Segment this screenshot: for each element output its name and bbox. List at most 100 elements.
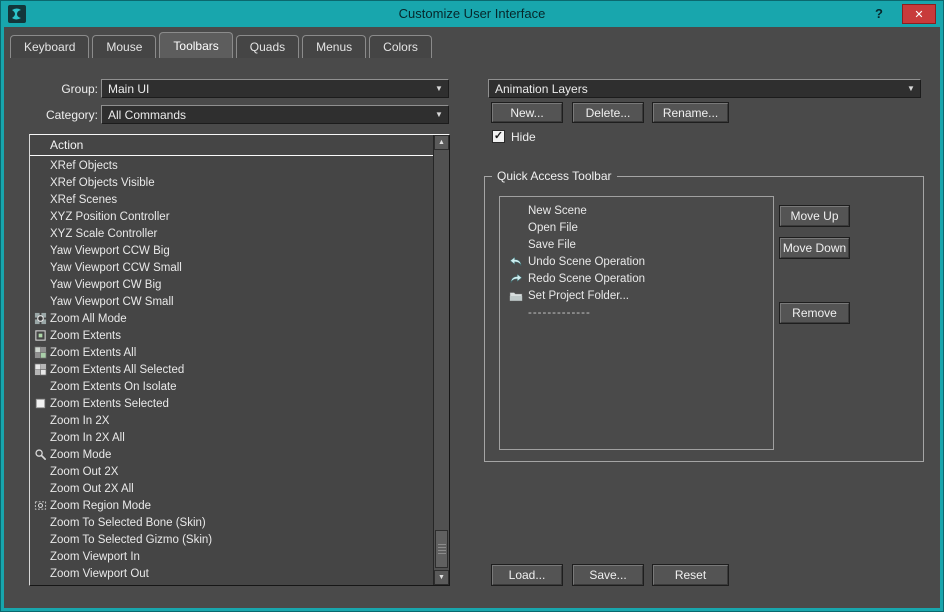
action-label: Zoom In 2X [50, 414, 110, 427]
tab-menus[interactable]: Menus [302, 35, 367, 58]
quick-access-item[interactable]: Open File [500, 219, 773, 236]
quick-access-item[interactable]: Set Project Folder... [500, 287, 773, 304]
action-row[interactable]: Zoom To Selected Bone (Skin) [30, 514, 433, 531]
action-row[interactable]: Zoom Viewport Out [30, 565, 433, 582]
action-row[interactable]: XRef Scenes [30, 191, 433, 208]
remove-button[interactable]: Remove [779, 302, 850, 324]
rename-button[interactable]: Rename... [652, 102, 729, 123]
icon-slot [33, 550, 48, 564]
quick-access-list[interactable]: New Scene Open File Save File Undo Scene Op… [499, 196, 774, 450]
tab-colors[interactable]: Colors [369, 35, 432, 58]
icon-slot [33, 414, 48, 428]
action-list[interactable]: Action XRef Objects XRef Objects Visible X… [29, 134, 450, 586]
action-label: Zoom All Mode [50, 312, 127, 325]
hide-checkbox[interactable]: ✓ [492, 130, 505, 143]
quick-access-item[interactable]: Undo Scene Operation [500, 253, 773, 270]
action-row[interactable]: Zoom Region Mode [30, 497, 433, 514]
action-row[interactable]: Zoom Extents All Selected [30, 361, 433, 378]
chevron-down-icon: ▼ [435, 110, 443, 119]
action-label: Zoom In 2X All [50, 431, 125, 444]
action-row[interactable]: Zoom Mode [30, 446, 433, 463]
icon-slot [33, 278, 48, 292]
action-row[interactable]: XYZ Position Controller [30, 208, 433, 225]
toolbar-dropdown[interactable]: Animation Layers ▼ [488, 79, 921, 98]
action-label: Zoom Extents All [50, 346, 137, 359]
action-row[interactable]: Zoom In 2X [30, 412, 433, 429]
action-column-header: Action [50, 138, 84, 152]
save-button[interactable]: Save... [572, 564, 644, 586]
tab-toolbars[interactable]: Toolbars [159, 32, 233, 58]
new-button[interactable]: New... [491, 102, 563, 123]
action-row[interactable]: XRef Objects [30, 157, 433, 174]
action-row[interactable]: XYZ Scale Controller [30, 225, 433, 242]
chevron-down-icon: ▼ [907, 84, 915, 93]
quick-access-divider[interactable]: ------------- [500, 304, 773, 321]
zoom-region-mode-icon [33, 499, 48, 513]
up-arrow-icon: ▲ [438, 139, 445, 146]
zoom-extents-all-selected-icon [33, 363, 48, 377]
quick-access-label: Open File [528, 221, 578, 234]
zoom-all-mode-icon [33, 312, 48, 326]
icon-slot [33, 227, 48, 241]
action-row[interactable]: Yaw Viewport CW Small [30, 293, 433, 310]
icon-slot [508, 306, 524, 320]
action-row[interactable]: Yaw Viewport CCW Big [30, 242, 433, 259]
icon-slot [33, 261, 48, 275]
icon-slot [508, 221, 524, 235]
quick-access-label: Undo Scene Operation [528, 255, 645, 268]
icon-slot [33, 244, 48, 258]
toolbar-dropdown-value: Animation Layers [495, 81, 588, 96]
move-down-button[interactable]: Move Down [779, 237, 850, 259]
zoom-mode-icon [33, 448, 48, 462]
action-label: Zoom Extents All Selected [50, 363, 185, 376]
action-row[interactable]: XRef Objects Visible [30, 174, 433, 191]
icon-slot [33, 516, 48, 530]
tab-keyboard[interactable]: Keyboard [10, 35, 90, 58]
close-icon: ✕ [914, 8, 924, 21]
action-list-scrollbar[interactable]: ▲ ▼ [433, 135, 449, 585]
action-label: XRef Scenes [50, 193, 118, 206]
action-row[interactable]: Zoom Viewport In [30, 548, 433, 565]
load-button[interactable]: Load... [491, 564, 563, 586]
action-row[interactable]: Zoom Extents On Isolate [30, 378, 433, 395]
scrollbar-thumb[interactable] [435, 530, 448, 568]
action-label: Zoom To Selected Bone (Skin) [50, 516, 206, 529]
action-label: Zoom Extents On Isolate [50, 380, 177, 393]
help-button[interactable]: ? [867, 5, 891, 23]
action-row[interactable]: Zoom Out 2X All [30, 480, 433, 497]
quick-access-item[interactable]: Save File [500, 236, 773, 253]
tab-quads[interactable]: Quads [235, 35, 300, 58]
icon-slot [33, 567, 48, 581]
action-row[interactable]: Zoom Extents All [30, 344, 433, 361]
quick-access-item[interactable]: New Scene [500, 202, 773, 219]
action-row[interactable]: Zoom Extents [30, 327, 433, 344]
zoom-extents-all-icon [33, 346, 48, 360]
icon-slot [33, 193, 48, 207]
action-row[interactable]: Zoom All Mode [30, 310, 433, 327]
titlebar[interactable]: Customize User Interface ? ✕ [1, 1, 943, 27]
group-dropdown[interactable]: Main UI ▼ [101, 79, 449, 98]
action-list-header[interactable]: Action [30, 135, 433, 156]
action-row[interactable]: Zoom To Selected Gizmo (Skin) [30, 531, 433, 548]
tab-mouse[interactable]: Mouse [92, 35, 157, 58]
move-up-button[interactable]: Move Up [779, 205, 850, 227]
action-row[interactable]: Zoom Extents Selected [30, 395, 433, 412]
delete-button[interactable]: Delete... [572, 102, 644, 123]
group-dropdown-value: Main UI [108, 81, 150, 96]
quick-access-item[interactable]: Redo Scene Operation [500, 270, 773, 287]
category-dropdown[interactable]: All Commands ▼ [101, 105, 449, 124]
action-label: XRef Objects Visible [50, 176, 155, 189]
scroll-down-button[interactable]: ▼ [434, 570, 449, 585]
close-button[interactable]: ✕ [902, 4, 936, 24]
action-row[interactable]: Zoom Out 2X [30, 463, 433, 480]
action-row[interactable]: Zoom In 2X All [30, 429, 433, 446]
action-label: XYZ Position Controller [50, 210, 170, 223]
icon-slot [33, 465, 48, 479]
chevron-down-icon: ▼ [435, 84, 443, 93]
scroll-up-button[interactable]: ▲ [434, 135, 449, 150]
action-row[interactable]: Yaw Viewport CCW Small [30, 259, 433, 276]
icon-slot [33, 295, 48, 309]
down-arrow-icon: ▼ [438, 574, 445, 581]
action-row[interactable]: Yaw Viewport CW Big [30, 276, 433, 293]
reset-button[interactable]: Reset [652, 564, 729, 586]
